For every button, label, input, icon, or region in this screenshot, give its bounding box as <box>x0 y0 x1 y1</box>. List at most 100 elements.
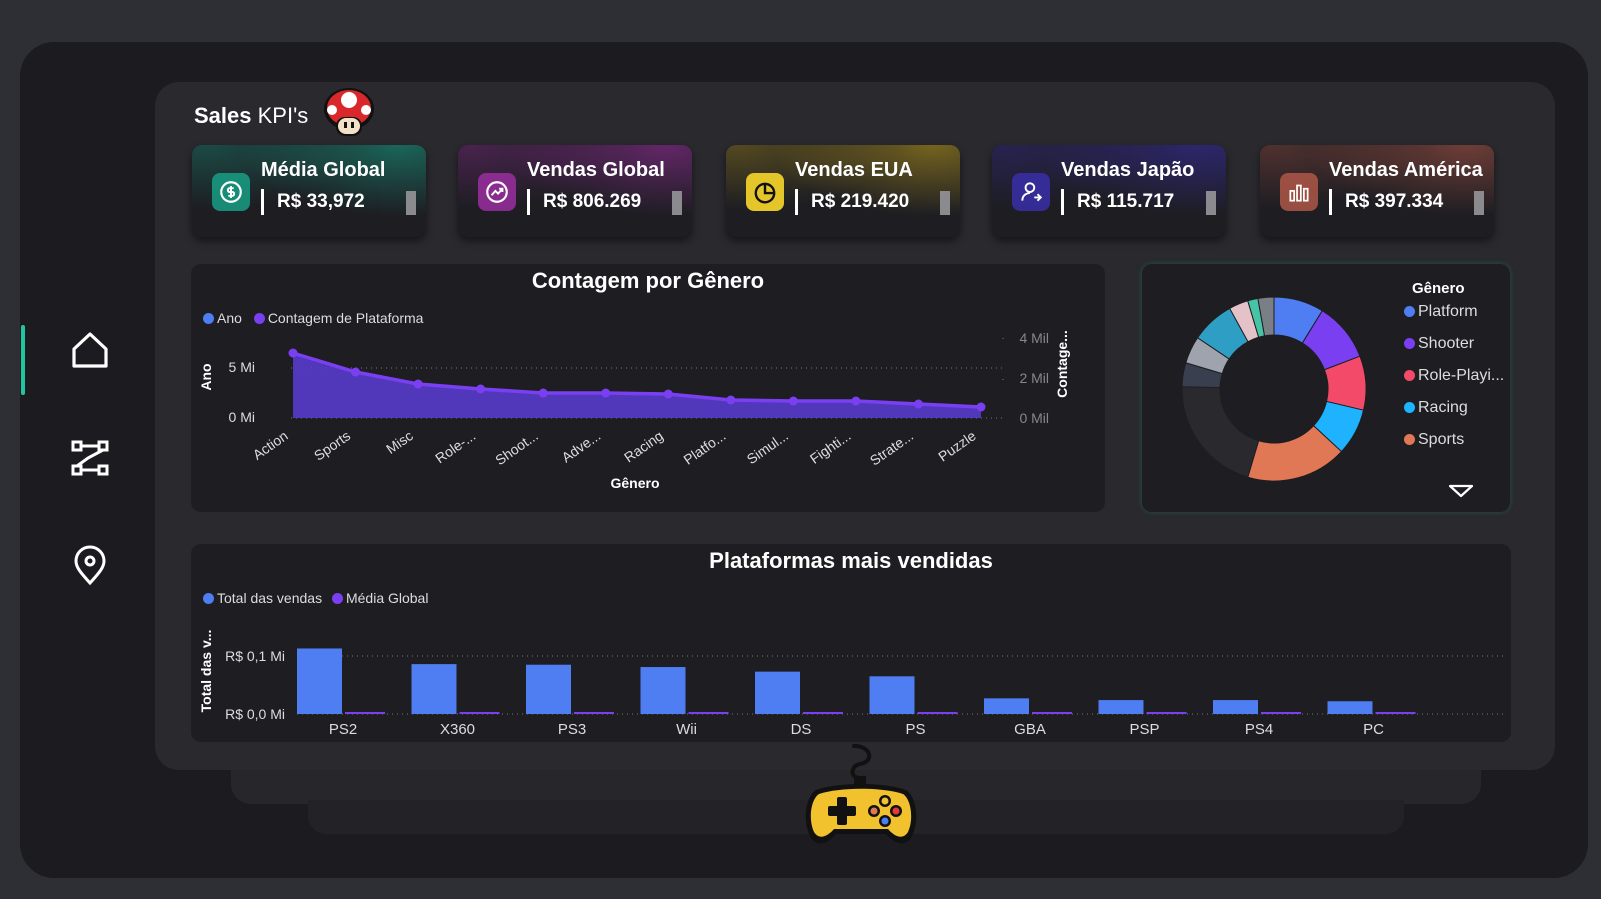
x-tick-label: PS2 <box>329 721 357 738</box>
x-tick-label: GBA <box>1014 721 1046 738</box>
kpi-title: Vendas EUA <box>795 159 913 181</box>
avg-bar[interactable] <box>917 712 958 714</box>
genre-area-chart[interactable]: 5 Mi 0 Mi 4 Mil 2 Mil 0 Mil Action Sports Misc R… <box>191 264 1105 512</box>
sales-bar[interactable] <box>869 676 915 714</box>
avg-bar[interactable] <box>459 712 500 714</box>
y-tick-label: R$ 0,0 Mi <box>225 706 285 722</box>
scroll-down-icon[interactable] <box>1448 484 1474 498</box>
data-point[interactable] <box>413 379 423 389</box>
kpi-card[interactable]: Vendas EUA R$ 219.420 <box>726 145 960 237</box>
legend-label: Role-Playi... <box>1418 367 1505 384</box>
x-tick-label: Action <box>250 427 291 462</box>
avg-bar[interactable] <box>1261 712 1301 714</box>
kpi-title: Média Global <box>261 159 386 181</box>
avg-bar[interactable] <box>688 712 729 714</box>
y-tick-label: 5 Mi <box>229 359 255 375</box>
data-point[interactable] <box>663 389 673 399</box>
kpi-marker <box>672 191 682 215</box>
x-tick-label: Role-... <box>432 427 478 466</box>
sales-bar[interactable] <box>1327 701 1373 714</box>
data-point[interactable] <box>288 348 298 358</box>
trend-icon <box>486 181 508 203</box>
legend-label: Racing <box>1418 399 1468 416</box>
sales-bar[interactable] <box>526 664 571 714</box>
data-point[interactable] <box>851 396 861 406</box>
flow-icon <box>71 440 109 476</box>
y2-axis-title: Contage... <box>1054 330 1070 398</box>
x-tick-label: Racing <box>621 427 666 465</box>
y-axis-title: Ano <box>198 363 214 390</box>
avg-bar[interactable] <box>1146 712 1187 714</box>
data-point[interactable] <box>976 402 986 412</box>
legend-label: Platform <box>1418 303 1478 320</box>
data-point[interactable] <box>601 388 611 398</box>
avg-bar[interactable] <box>1032 712 1072 714</box>
nav-map-button[interactable] <box>68 544 112 588</box>
donut-legend-item[interactable]: Sports <box>1404 431 1464 449</box>
x-tick-label: Misc <box>383 427 416 457</box>
y2-tick-label: 4 Mil <box>1019 330 1049 346</box>
genre-donut-card: Gênero Platform Shooter Role-Playi... Racin… <box>1142 264 1510 512</box>
platform-chart-card: Plataformas mais vendidas Total das vend… <box>191 544 1511 742</box>
avg-bar[interactable] <box>803 712 843 714</box>
sales-bar[interactable] <box>984 698 1029 714</box>
sales-bar[interactable] <box>1098 700 1144 714</box>
nav-flow-button[interactable] <box>68 436 112 480</box>
kpi-card[interactable]: Média Global R$ 33,972 <box>192 145 426 237</box>
kpi-card[interactable]: Vendas Global R$ 806.269 <box>458 145 692 237</box>
kpi-card[interactable]: Vendas Japão R$ 115.717 <box>992 145 1226 237</box>
kpi-icon-box <box>1012 173 1050 211</box>
x-tick-label: Puzzle <box>935 427 979 464</box>
sales-bar[interactable] <box>640 667 686 714</box>
donut-legend-item[interactable]: Racing <box>1404 399 1468 417</box>
active-nav-indicator <box>21 325 25 395</box>
kpi-divider <box>795 189 798 215</box>
kpi-divider <box>261 189 264 215</box>
data-point[interactable] <box>726 395 736 405</box>
x-tick-label: Strate... <box>867 427 916 468</box>
data-point[interactable] <box>538 388 548 398</box>
legend-dot <box>1404 434 1415 445</box>
x-tick-label: PS3 <box>558 721 586 738</box>
avg-bar[interactable] <box>345 712 385 714</box>
x-tick-label: Sports <box>311 427 353 463</box>
sales-bar[interactable] <box>1213 700 1258 714</box>
page-title: Sales KPI's <box>194 103 309 128</box>
kpi-marker <box>406 191 416 215</box>
data-point[interactable] <box>476 384 486 394</box>
donut-legend-item[interactable]: Role-Playi... <box>1404 367 1504 385</box>
sales-bar[interactable] <box>297 648 342 714</box>
area-fill <box>293 353 981 418</box>
kpi-divider <box>1061 189 1064 215</box>
map-pin-icon <box>74 545 106 586</box>
nav-home-button[interactable] <box>68 328 112 372</box>
x-tick-label: PC <box>1363 721 1384 738</box>
x-tick-label: PSP <box>1129 721 1159 738</box>
pie-chart-icon <box>754 182 776 204</box>
sales-bar[interactable] <box>411 664 457 714</box>
x-axis-title: Gênero <box>610 475 659 491</box>
y2-tick-label: 0 Mil <box>1019 410 1049 426</box>
data-point[interactable] <box>913 399 923 409</box>
platform-bar-chart[interactable]: R$ 0,1 MiR$ 0,0 MiTotal das v...PS2 X360 P… <box>191 544 1511 742</box>
avg-bar[interactable] <box>574 712 614 714</box>
gamepad-icon <box>805 744 917 844</box>
genre-donut-chart[interactable] <box>1142 264 1510 512</box>
kpi-value: R$ 115.717 <box>1077 191 1175 212</box>
kpi-marker <box>1474 191 1484 215</box>
data-point[interactable] <box>351 367 361 377</box>
legend-label: Sports <box>1418 431 1465 448</box>
x-tick-label: DS <box>791 721 812 738</box>
kpi-card[interactable]: Vendas América R$ 397.334 <box>1260 145 1494 237</box>
x-tick-label: PS4 <box>1245 721 1273 738</box>
data-point[interactable] <box>788 396 798 406</box>
kpi-value: R$ 806.269 <box>543 191 642 212</box>
sales-bar[interactable] <box>755 671 800 714</box>
kpi-value: R$ 33,972 <box>277 191 365 212</box>
legend-dot <box>1404 338 1415 349</box>
donut-legend-item[interactable]: Shooter <box>1404 335 1474 353</box>
y-tick-label: R$ 0,1 Mi <box>225 648 285 664</box>
avg-bar[interactable] <box>1375 712 1416 714</box>
donut-slice[interactable] <box>1181 386 1260 478</box>
donut-legend-item[interactable]: Platform <box>1404 303 1478 321</box>
